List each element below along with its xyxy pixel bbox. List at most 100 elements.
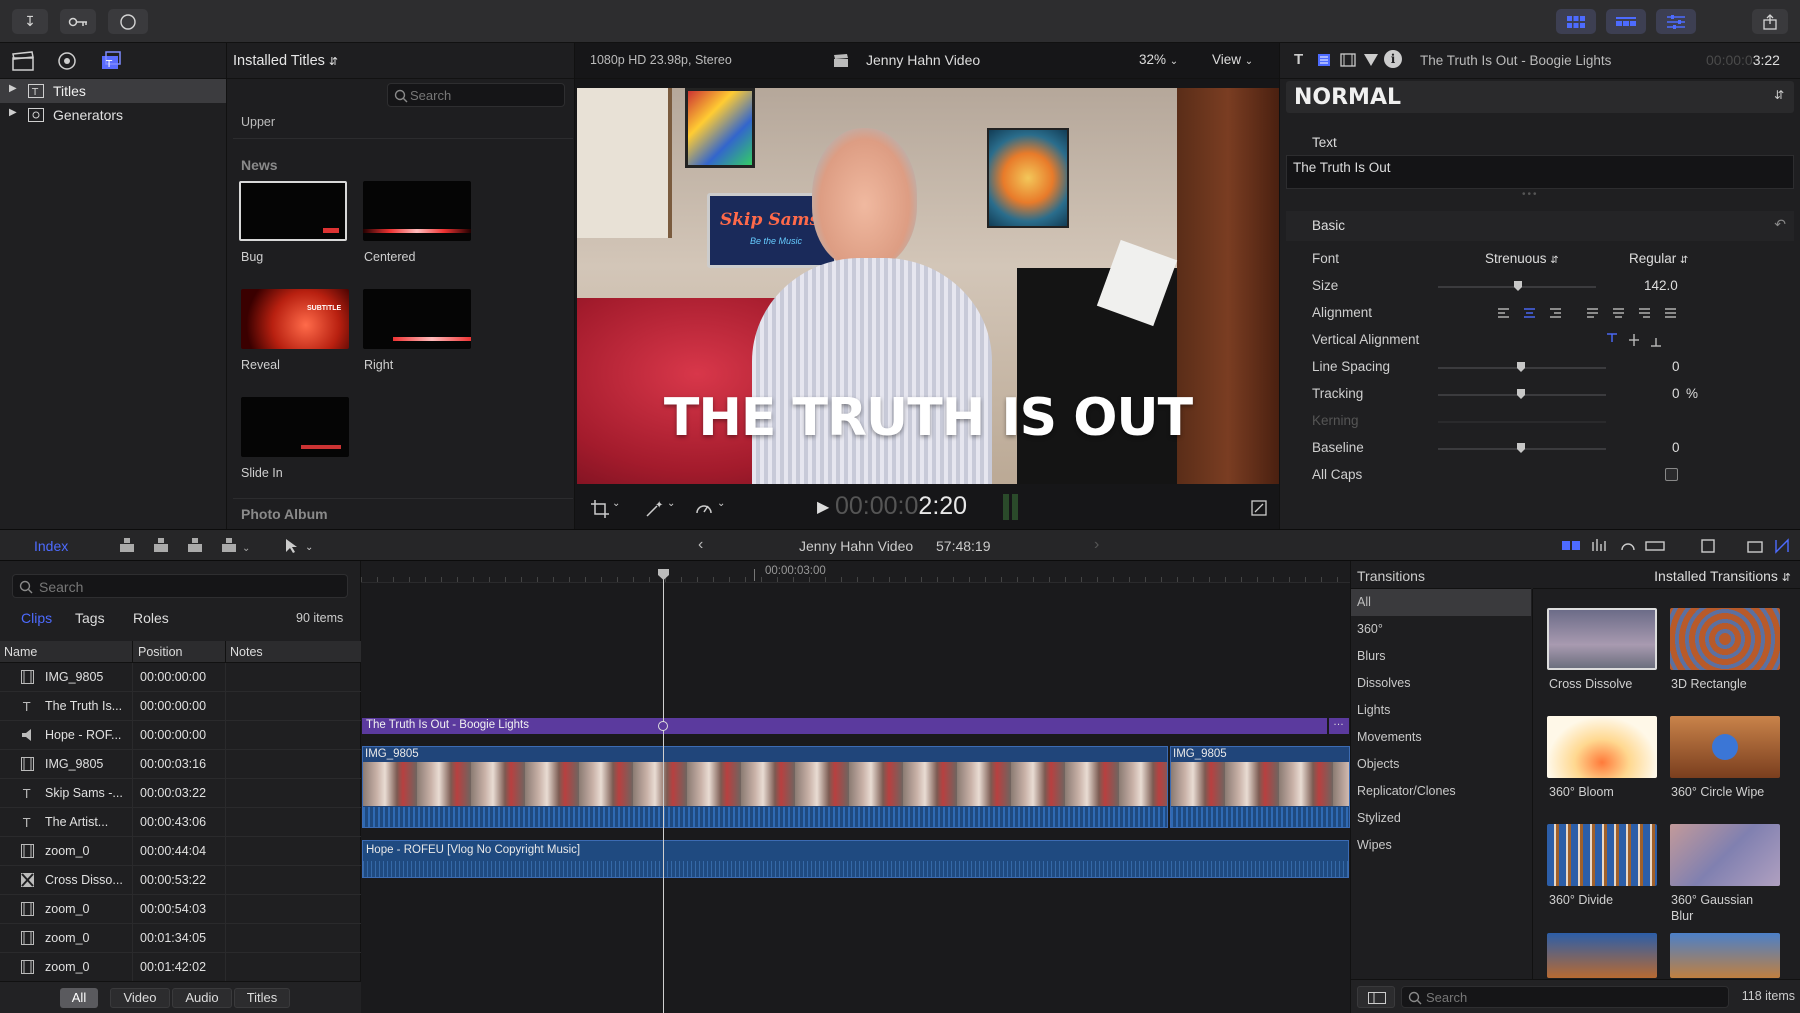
title-overlay[interactable]: THE TRUTH IS OUT — [577, 388, 1279, 448]
share-button[interactable] — [1752, 9, 1788, 34]
basic-section-header[interactable]: Basic ↶ — [1286, 211, 1794, 241]
index-row[interactable]: zoom_0 00:00:54:03 — [0, 895, 361, 924]
forward-arrow-icon[interactable]: › — [1094, 536, 1099, 554]
audio-clip[interactable]: Hope - ROFEU [Vlog No Copyright Music] — [362, 840, 1349, 878]
browser-search-input[interactable]: Search — [387, 83, 565, 107]
transition-thumb-360-circle-wipe[interactable] — [1670, 716, 1780, 778]
transition-category[interactable]: 360° — [1351, 616, 1531, 643]
index-row[interactable]: zoom_0 00:01:34:05 — [0, 924, 361, 953]
import-button[interactable]: ↧ — [12, 9, 48, 34]
tracking-slider-knob[interactable] — [1517, 389, 1525, 399]
chevron-down-icon[interactable]: ⌄ — [717, 498, 725, 509]
info-icon[interactable]: i — [1384, 50, 1402, 68]
line-spacing-value[interactable]: 0 — [1672, 359, 1680, 374]
index-row[interactable]: IMG_9805 00:00:00:00 — [0, 663, 361, 692]
playhead[interactable] — [663, 569, 664, 1013]
font-family-dropdown[interactable]: Strenuous ⇵ — [1485, 251, 1559, 266]
vertical-alignment-buttons[interactable] — [1607, 333, 1667, 347]
select-tool-icon[interactable]: ⌄ — [285, 538, 317, 554]
speed-gauge-icon[interactable] — [695, 500, 713, 518]
index-row[interactable]: zoom_0 00:01:42:02 — [0, 953, 361, 982]
video-clip-1[interactable]: IMG_9805 — [362, 746, 1168, 828]
font-style-dropdown[interactable]: Regular ⇵ — [1629, 251, 1688, 266]
index-toggle-button[interactable]: Index — [34, 538, 68, 554]
baseline-value[interactable]: 0 — [1672, 440, 1680, 455]
tab-roles[interactable]: Roles — [133, 610, 169, 626]
tab-tags[interactable]: Tags — [75, 610, 105, 626]
zoom-dropdown[interactable]: 32% ⌄ — [1139, 52, 1178, 67]
video-clip-2[interactable]: IMG_9805 — [1170, 746, 1350, 828]
transitions-search-input[interactable]: Search — [1401, 986, 1729, 1008]
clapper-icon[interactable] — [12, 50, 34, 71]
video-frame[interactable]: Skip Sams Be the Music THE TRUTH IS OUT — [577, 88, 1279, 484]
timecode-display[interactable]: 00:00:02:20 — [835, 492, 967, 521]
column-notes[interactable]: Notes — [230, 645, 263, 659]
fullscreen-icon[interactable] — [1251, 500, 1267, 516]
transition-category[interactable]: Stylized — [1351, 805, 1531, 832]
keywords-button[interactable] — [60, 9, 96, 34]
sidebar-item-generators[interactable]: ▶ Generators — [0, 103, 226, 127]
timeline-toggle-button[interactable] — [1606, 9, 1646, 34]
index-row[interactable]: IMG_9805 00:00:03:16 — [0, 750, 361, 779]
crop-icon[interactable] — [591, 500, 609, 518]
index-row[interactable]: Cross Disso... 00:00:53:22 — [0, 866, 361, 895]
timeline-view-buttons[interactable] — [1560, 538, 1790, 554]
title-thumb-right[interactable] — [363, 289, 471, 349]
filter-video-button[interactable]: Video — [110, 988, 170, 1008]
preset-dropdown[interactable]: NORMAL ⇵ — [1286, 81, 1794, 113]
text-inspector-tab-icon[interactable] — [1317, 53, 1331, 67]
tracking-value[interactable]: 0 — [1672, 386, 1680, 401]
disclosure-triangle-icon[interactable]: ▶ — [9, 107, 17, 118]
transition-thumb-360-bloom[interactable] — [1547, 716, 1657, 778]
all-caps-checkbox[interactable] — [1665, 468, 1678, 481]
disclosure-triangle-icon[interactable]: ▶ — [9, 83, 17, 94]
chevron-down-icon[interactable]: ⌄ — [667, 498, 675, 509]
title-inspector-tab-icon[interactable]: T — [1294, 51, 1303, 68]
baseline-slider-knob[interactable] — [1517, 443, 1525, 453]
transition-category[interactable]: Replicator/Clones — [1351, 778, 1531, 805]
sidebar-item-titles[interactable]: ▶ T Titles — [0, 79, 226, 103]
title-thumb-centered[interactable] — [363, 181, 471, 241]
browser-toggle-button[interactable] — [1556, 9, 1596, 34]
title-thumb-reveal[interactable]: SUBTITLE — [241, 289, 349, 349]
line-spacing-slider-knob[interactable] — [1517, 362, 1525, 372]
transition-category[interactable]: Wipes — [1351, 832, 1531, 859]
timeline-ruler[interactable]: 00:00:03:00 — [361, 561, 1350, 583]
browser-title-dropdown[interactable]: Installed Titles ⇵ — [233, 53, 338, 69]
video-inspector-tab-icon[interactable] — [1340, 53, 1356, 67]
transition-thumb-partial-1[interactable] — [1547, 933, 1657, 978]
play-button[interactable]: ▶ — [817, 497, 829, 517]
transition-thumb-360-gaussian-blur[interactable] — [1670, 824, 1780, 886]
edit-buttons[interactable]: ⌄ — [118, 536, 288, 556]
reset-icon[interactable]: ↶ — [1774, 216, 1786, 233]
color-inspector-tab-icon[interactable] — [1364, 53, 1378, 67]
title-clip-2[interactable]: … — [1329, 716, 1349, 734]
transition-category[interactable]: Dissolves — [1351, 670, 1531, 697]
title-thumb-bug[interactable] — [239, 181, 347, 241]
chevron-down-icon[interactable]: ⌄ — [612, 498, 620, 509]
alignment-buttons[interactable] — [1498, 308, 1678, 320]
view-dropdown[interactable]: View ⌄ — [1212, 52, 1253, 67]
transition-category[interactable]: Movements — [1351, 724, 1531, 751]
index-row[interactable]: T The Artist... 00:00:43:06 — [0, 808, 361, 837]
index-search-input[interactable]: Search — [12, 574, 348, 598]
transition-category[interactable]: Objects — [1351, 751, 1531, 778]
transition-thumb-360-divide[interactable] — [1547, 824, 1657, 886]
enhance-wand-icon[interactable]: ✦ — [645, 500, 663, 518]
back-arrow-icon[interactable]: ‹ — [698, 536, 703, 554]
index-row[interactable]: T Skip Sams -... 00:00:03:22 — [0, 779, 361, 808]
titles-generators-icon[interactable]: T — [100, 50, 122, 71]
index-row[interactable]: T The Truth Is... 00:00:00:00 — [0, 692, 361, 721]
transition-thumb-partial-2[interactable] — [1670, 933, 1780, 978]
index-row[interactable]: Hope - ROF... 00:00:00:00 — [0, 721, 361, 750]
tab-clips[interactable]: Clips — [21, 610, 52, 626]
installed-transitions-dropdown[interactable]: Installed Transitions ⇵ — [1654, 568, 1791, 584]
filter-audio-button[interactable]: Audio — [172, 988, 232, 1008]
text-field[interactable]: The Truth Is Out — [1286, 155, 1794, 189]
inspector-toggle-button[interactable] — [1656, 9, 1696, 34]
background-tasks-button[interactable] — [108, 9, 148, 34]
transition-category[interactable]: Blurs — [1351, 643, 1531, 670]
size-value[interactable]: 142.0 — [1644, 278, 1678, 293]
filter-all-button[interactable]: All — [60, 988, 98, 1008]
transition-thumb-cross-dissolve[interactable] — [1547, 608, 1657, 670]
